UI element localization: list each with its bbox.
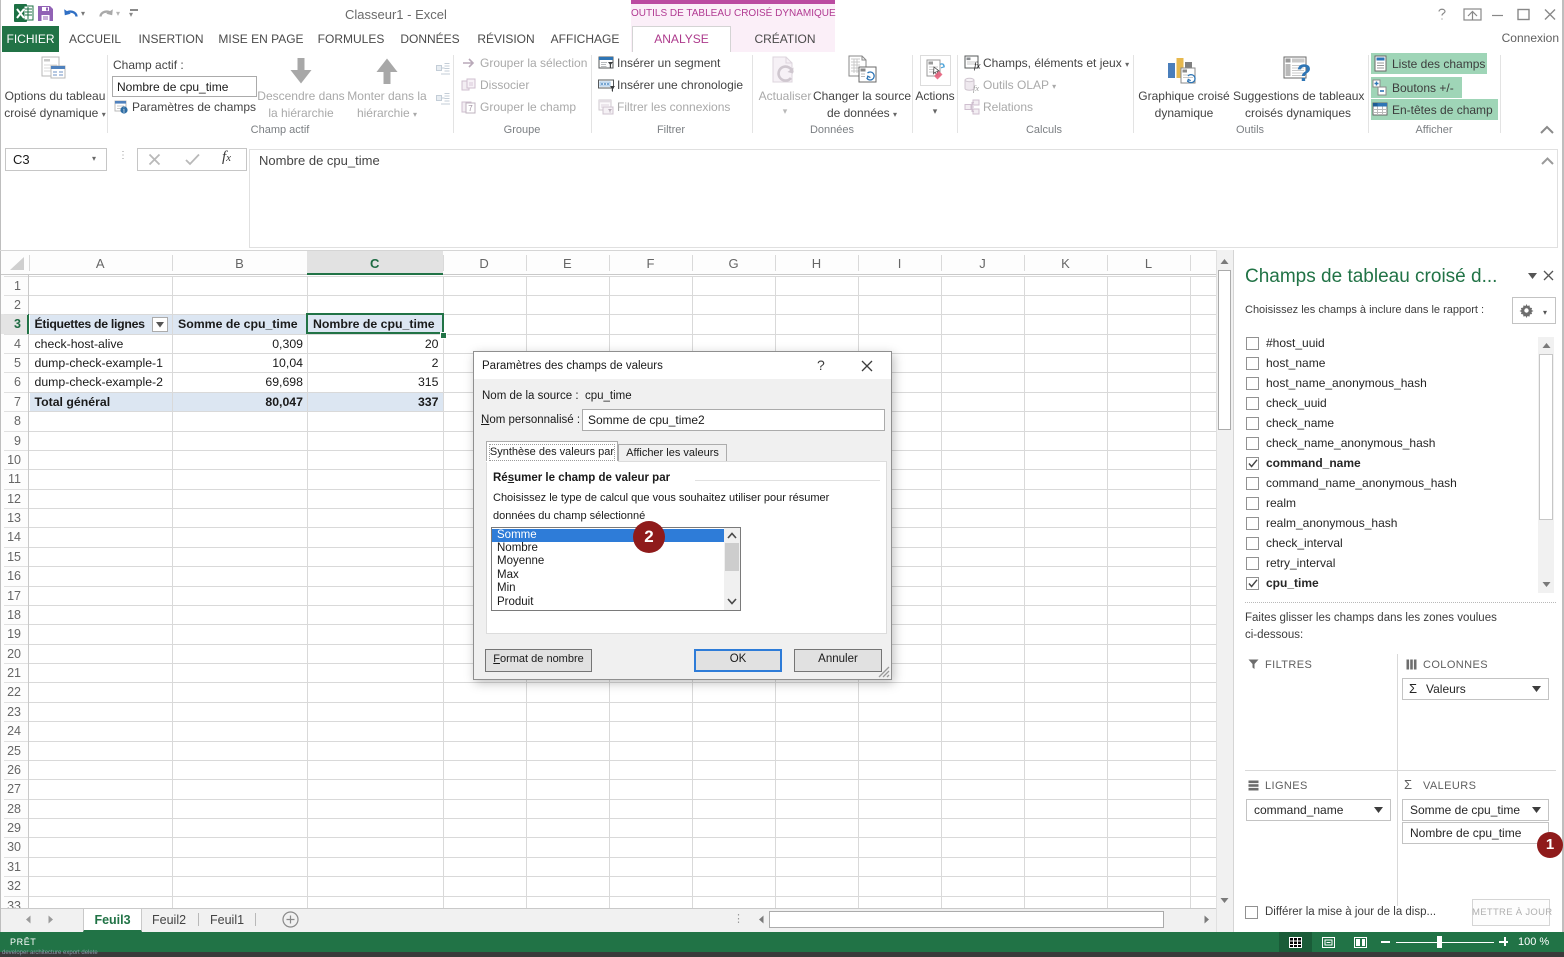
svg-text:7: 7 xyxy=(468,104,473,113)
svg-text:i: i xyxy=(123,107,125,114)
svg-text:fx: fx xyxy=(974,61,981,71)
svg-text:fx: fx xyxy=(973,83,979,93)
svg-text:?: ? xyxy=(1297,60,1312,87)
